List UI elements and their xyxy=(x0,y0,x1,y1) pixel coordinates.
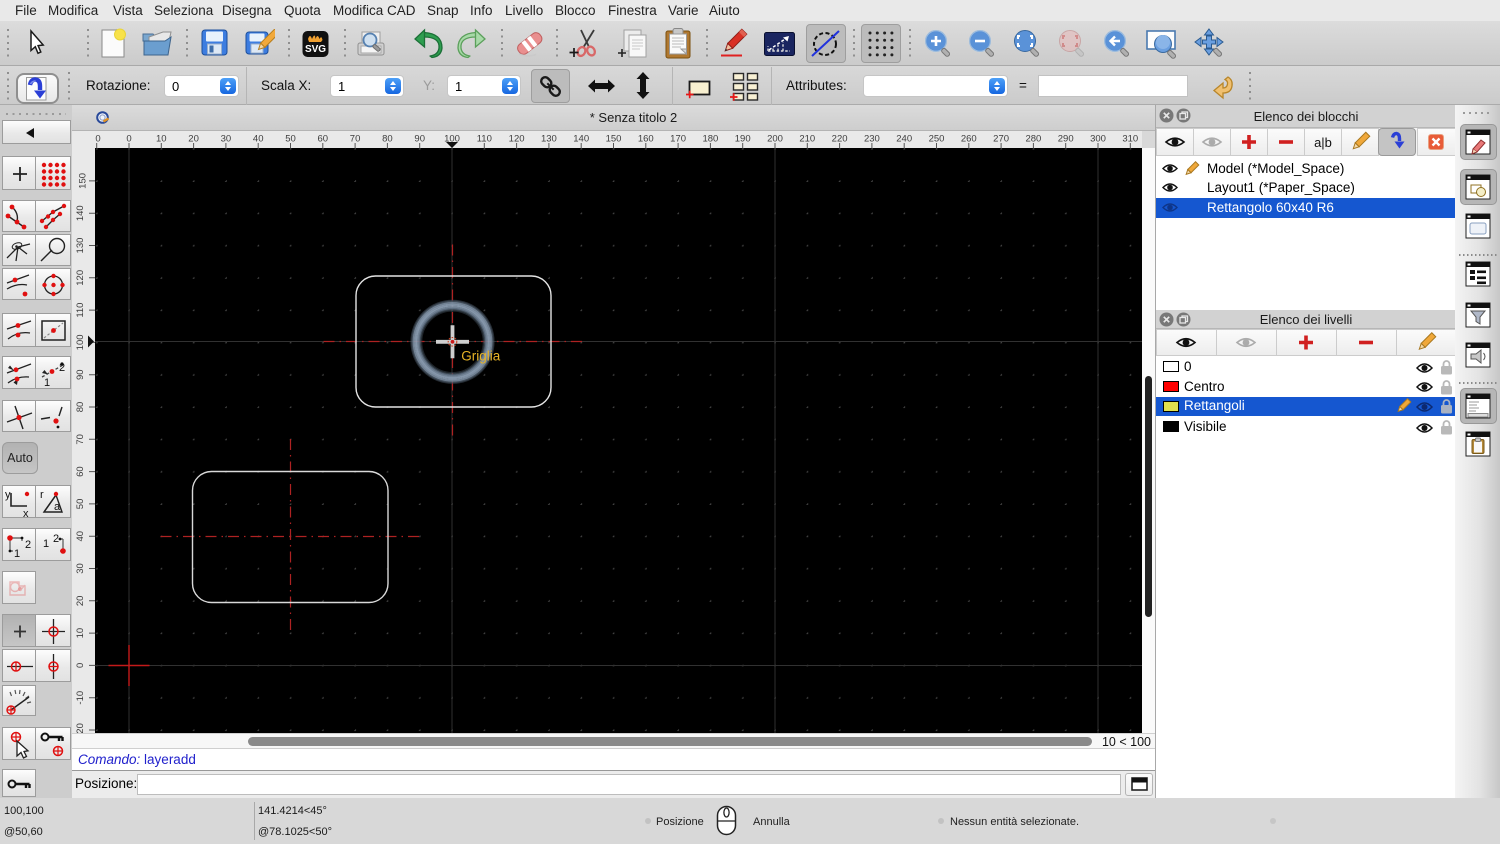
svg-text:150: 150 xyxy=(78,173,89,189)
svg-text:x: x xyxy=(23,508,29,519)
svg-text:130: 130 xyxy=(541,134,557,145)
svg-text:r: r xyxy=(40,489,44,501)
svg-text:30: 30 xyxy=(221,134,232,145)
svg-text:-10: -10 xyxy=(75,691,86,705)
svg-text:180: 180 xyxy=(702,134,718,145)
svg-text:40: 40 xyxy=(253,134,264,145)
svg-text:30: 30 xyxy=(75,563,86,574)
svg-text:20: 20 xyxy=(188,134,199,145)
svg-text:70: 70 xyxy=(75,434,86,445)
svg-text:10: 10 xyxy=(156,134,167,145)
svg-text:280: 280 xyxy=(1025,134,1041,145)
svg-text:10: 10 xyxy=(75,628,86,639)
svg-text:0: 0 xyxy=(126,134,131,145)
svg-text:60: 60 xyxy=(75,466,86,477)
svg-text:1: 1 xyxy=(43,538,49,550)
svg-text:200: 200 xyxy=(767,134,783,145)
svg-text:90: 90 xyxy=(75,369,86,380)
svg-text:90: 90 xyxy=(414,134,425,145)
svg-text:210: 210 xyxy=(799,134,815,145)
svg-text:270: 270 xyxy=(993,134,1009,145)
svg-text:2: 2 xyxy=(53,533,59,545)
svg-text:100: 100 xyxy=(75,334,86,350)
svg-text:2: 2 xyxy=(25,539,31,551)
svg-text:0: 0 xyxy=(95,134,100,145)
svg-text:a|b: a|b xyxy=(1314,135,1332,150)
svg-text:80: 80 xyxy=(75,402,86,413)
svg-text:260: 260 xyxy=(961,134,977,145)
svg-text:-20: -20 xyxy=(75,723,86,733)
svg-text:1: 1 xyxy=(14,548,20,560)
svg-text:60: 60 xyxy=(318,134,329,145)
svg-text:50: 50 xyxy=(75,499,86,510)
svg-text:20: 20 xyxy=(75,596,86,607)
svg-text:120: 120 xyxy=(75,270,86,286)
svg-text:240: 240 xyxy=(896,134,912,145)
svg-text:y: y xyxy=(5,489,11,501)
svg-text:40: 40 xyxy=(75,531,86,542)
svg-text:110: 110 xyxy=(477,134,492,145)
svg-text:130: 130 xyxy=(75,238,86,254)
svg-text:0: 0 xyxy=(75,663,86,668)
svg-text:230: 230 xyxy=(864,134,880,145)
svg-text:150: 150 xyxy=(606,134,622,145)
svg-text:290: 290 xyxy=(1058,134,1074,145)
svg-text:2: 2 xyxy=(59,362,65,374)
svg-text:50: 50 xyxy=(285,134,296,145)
svg-text:1: 1 xyxy=(44,377,50,389)
svg-text:300: 300 xyxy=(1090,134,1106,145)
svg-text:70: 70 xyxy=(350,134,361,145)
svg-text:a: a xyxy=(54,501,61,513)
svg-text:190: 190 xyxy=(735,134,751,145)
svg-text:170: 170 xyxy=(670,134,686,145)
svg-text:SVG: SVG xyxy=(305,44,326,55)
svg-text:160: 160 xyxy=(638,134,654,145)
svg-text:110: 110 xyxy=(75,303,86,318)
svg-text:250: 250 xyxy=(929,134,945,145)
svg-text:80: 80 xyxy=(382,134,393,145)
svg-text:120: 120 xyxy=(509,134,525,145)
svg-text:Griglia: Griglia xyxy=(461,349,501,364)
svg-text:140: 140 xyxy=(573,134,589,145)
svg-text:140: 140 xyxy=(75,205,86,221)
svg-text:220: 220 xyxy=(832,134,848,145)
svg-text:310: 310 xyxy=(1122,134,1138,145)
